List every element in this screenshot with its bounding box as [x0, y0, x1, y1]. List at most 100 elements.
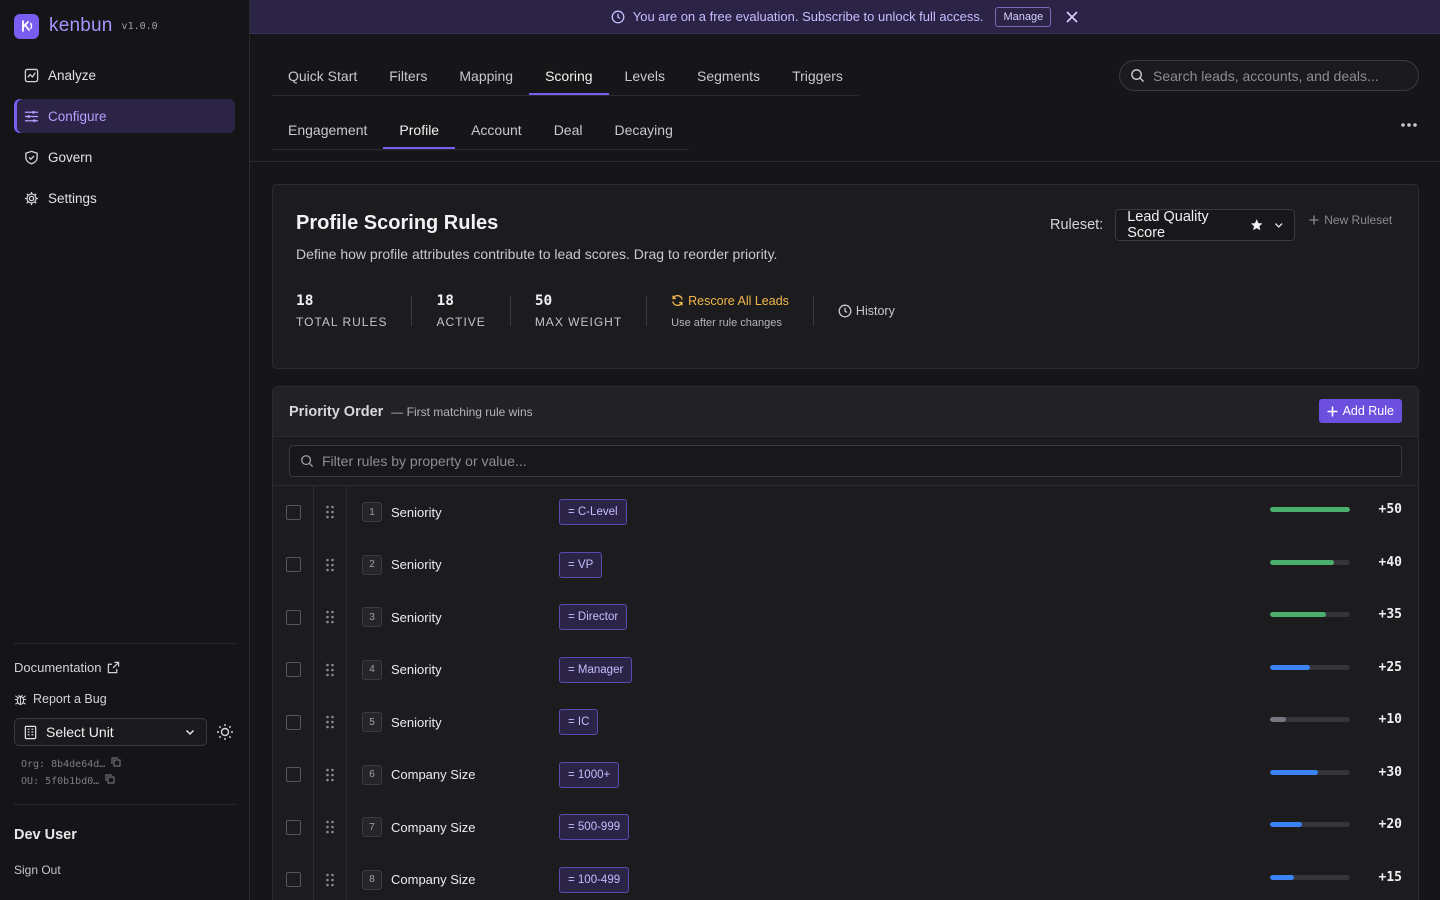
rule-checkbox[interactable]	[286, 662, 301, 678]
rule-index: 7	[362, 817, 382, 838]
sidebar-item-govern[interactable]: Govern	[14, 140, 235, 174]
weight-bar-fill	[1270, 874, 1294, 880]
subtab-decaying[interactable]: Decaying	[598, 108, 688, 149]
drag-handle-icon[interactable]	[313, 486, 347, 539]
sidebar-item-settings[interactable]: Settings	[14, 181, 235, 215]
rule-row[interactable]: 4 Seniority = Manager +25	[273, 643, 1418, 696]
rule-checkbox[interactable]	[286, 714, 301, 730]
rule-value-badge[interactable]: = 100-499	[559, 866, 630, 893]
weight-bar-fill	[1270, 559, 1334, 565]
scoring-rules-card: Profile Scoring Rules Define how profile…	[272, 184, 1419, 369]
sidebar-item-analyze[interactable]: Analyze	[14, 58, 235, 92]
rule-value-badge[interactable]: = VP	[559, 551, 603, 578]
rule-row[interactable]: 7 Company Size = 500-999 +20	[273, 801, 1418, 854]
copy-icon[interactable]	[105, 774, 115, 784]
tab-segments[interactable]: Segments	[681, 50, 776, 95]
report-bug-link[interactable]: Report a Bug	[14, 692, 235, 706]
add-rule-button[interactable]: Add Rule	[1318, 399, 1402, 423]
external-link-icon	[108, 661, 120, 674]
drag-handle-icon[interactable]	[313, 801, 347, 854]
weight-bar	[1270, 612, 1350, 617]
unit-row: Select Unit	[14, 718, 235, 746]
stat-max-weight: 50 MAX WEIGHT	[535, 293, 646, 329]
new-ruleset-button[interactable]: New Ruleset	[1309, 213, 1392, 227]
history-button[interactable]: History	[838, 304, 895, 318]
tab-triggers[interactable]: Triggers	[776, 50, 859, 95]
divider	[411, 296, 413, 326]
ruleset-picker: Ruleset: Lead Quality Score New Ruleset	[1050, 209, 1392, 241]
rule-value-badge[interactable]: = IC	[559, 709, 599, 736]
drag-handle-icon[interactable]	[313, 591, 347, 644]
priority-subtitle: — First matching rule wins	[391, 404, 533, 419]
page-description: Define how profile attributes contribute…	[296, 246, 778, 262]
rule-property: Seniority	[391, 557, 442, 573]
tab-filters[interactable]: Filters	[373, 50, 443, 95]
ids-block: Org: 8b4de64d… OU: 5f0b1bd0…	[14, 756, 235, 790]
rule-row[interactable]: 6 Company Size = 1000+ +30	[273, 748, 1418, 801]
drag-handle-icon[interactable]	[313, 538, 347, 591]
rule-weight: +40	[1378, 554, 1402, 570]
tab-quick-start[interactable]: Quick Start	[272, 50, 373, 95]
rule-row[interactable]: 3 Seniority = Director +35	[273, 591, 1418, 644]
rule-value-badge[interactable]: = Manager	[559, 656, 633, 683]
rule-checkbox[interactable]	[286, 609, 301, 625]
drag-handle-icon[interactable]	[313, 696, 347, 749]
ruleset-label: Ruleset:	[1050, 217, 1104, 233]
more-options-icon[interactable]	[1400, 122, 1418, 128]
tab-scoring[interactable]: Scoring	[529, 50, 609, 95]
rule-value-badge[interactable]: = C-Level	[559, 499, 627, 526]
org-id: Org: 8b4de64d…	[21, 759, 106, 770]
divider	[509, 296, 511, 326]
drag-handle-icon[interactable]	[313, 643, 347, 696]
rule-filter-input[interactable]	[322, 453, 1222, 469]
brand[interactable]: kenbun v1.0.0	[0, 0, 249, 52]
rule-checkbox[interactable]	[286, 504, 301, 520]
header-divider	[250, 161, 1440, 162]
rule-row[interactable]: 5 Seniority = IC +10	[273, 696, 1418, 749]
drag-handle-icon[interactable]	[313, 853, 347, 900]
manage-button[interactable]: Manage	[995, 6, 1052, 27]
close-icon[interactable]	[1065, 10, 1079, 24]
rule-checkbox[interactable]	[286, 557, 301, 573]
sidebar-item-configure[interactable]: Configure	[14, 99, 235, 133]
rule-value-badge[interactable]: = 1000+	[559, 761, 620, 788]
ruleset-select[interactable]: Lead Quality Score	[1115, 209, 1296, 241]
weight-bar-fill	[1270, 769, 1318, 775]
weight-bar-fill	[1270, 822, 1302, 827]
tab-mapping[interactable]: Mapping	[443, 50, 529, 95]
subtab-account[interactable]: Account	[455, 108, 538, 149]
rule-row[interactable]: 2 Seniority = VP +40	[273, 538, 1418, 591]
weight-bar	[1270, 717, 1350, 722]
sidebar-item-label: Analyze	[48, 67, 97, 83]
unit-select[interactable]: Select Unit	[14, 718, 207, 746]
rule-property: Seniority	[391, 609, 442, 625]
copy-icon[interactable]	[111, 757, 121, 767]
rule-row[interactable]: 8 Company Size = 100-499 +15	[273, 853, 1418, 900]
stat-label: TOTAL RULES	[296, 315, 388, 329]
rescore-all-button[interactable]: Rescore All Leads	[671, 294, 789, 308]
drag-handle-icon[interactable]	[313, 748, 347, 801]
rule-checkbox[interactable]	[286, 767, 301, 783]
rule-row[interactable]: 1 Seniority = C-Level +50	[273, 486, 1418, 539]
subtab-profile[interactable]: Profile	[383, 108, 456, 149]
documentation-link[interactable]: Documentation	[14, 660, 235, 675]
rule-checkbox[interactable]	[286, 819, 301, 835]
rule-index: 5	[362, 712, 382, 733]
sliders-icon	[24, 110, 39, 122]
primary-tabs: Quick Start Filters Mapping Scoring Levels Se…	[272, 50, 859, 96]
rule-property: Company Size	[391, 819, 476, 835]
priority-list: Priority Order — First matching rule win…	[272, 386, 1419, 900]
subtab-deal[interactable]: Deal	[538, 108, 599, 149]
unit-select-label: Select Unit	[46, 724, 114, 740]
search-input[interactable]	[1153, 67, 1403, 84]
theme-toggle-button[interactable]	[215, 722, 235, 742]
rule-value-badge[interactable]: = 500-999	[559, 814, 630, 841]
rule-value-badge[interactable]: = Director	[559, 604, 628, 631]
rule-weight: +35	[1378, 607, 1402, 622]
rule-checkbox[interactable]	[286, 872, 301, 888]
tab-levels[interactable]: Levels	[609, 50, 681, 95]
sign-out-link[interactable]: Sign Out	[14, 863, 235, 877]
subtab-engagement[interactable]: Engagement	[272, 108, 383, 149]
sidebar-item-label: Configure	[48, 108, 107, 124]
stat-value: 18	[296, 293, 314, 309]
